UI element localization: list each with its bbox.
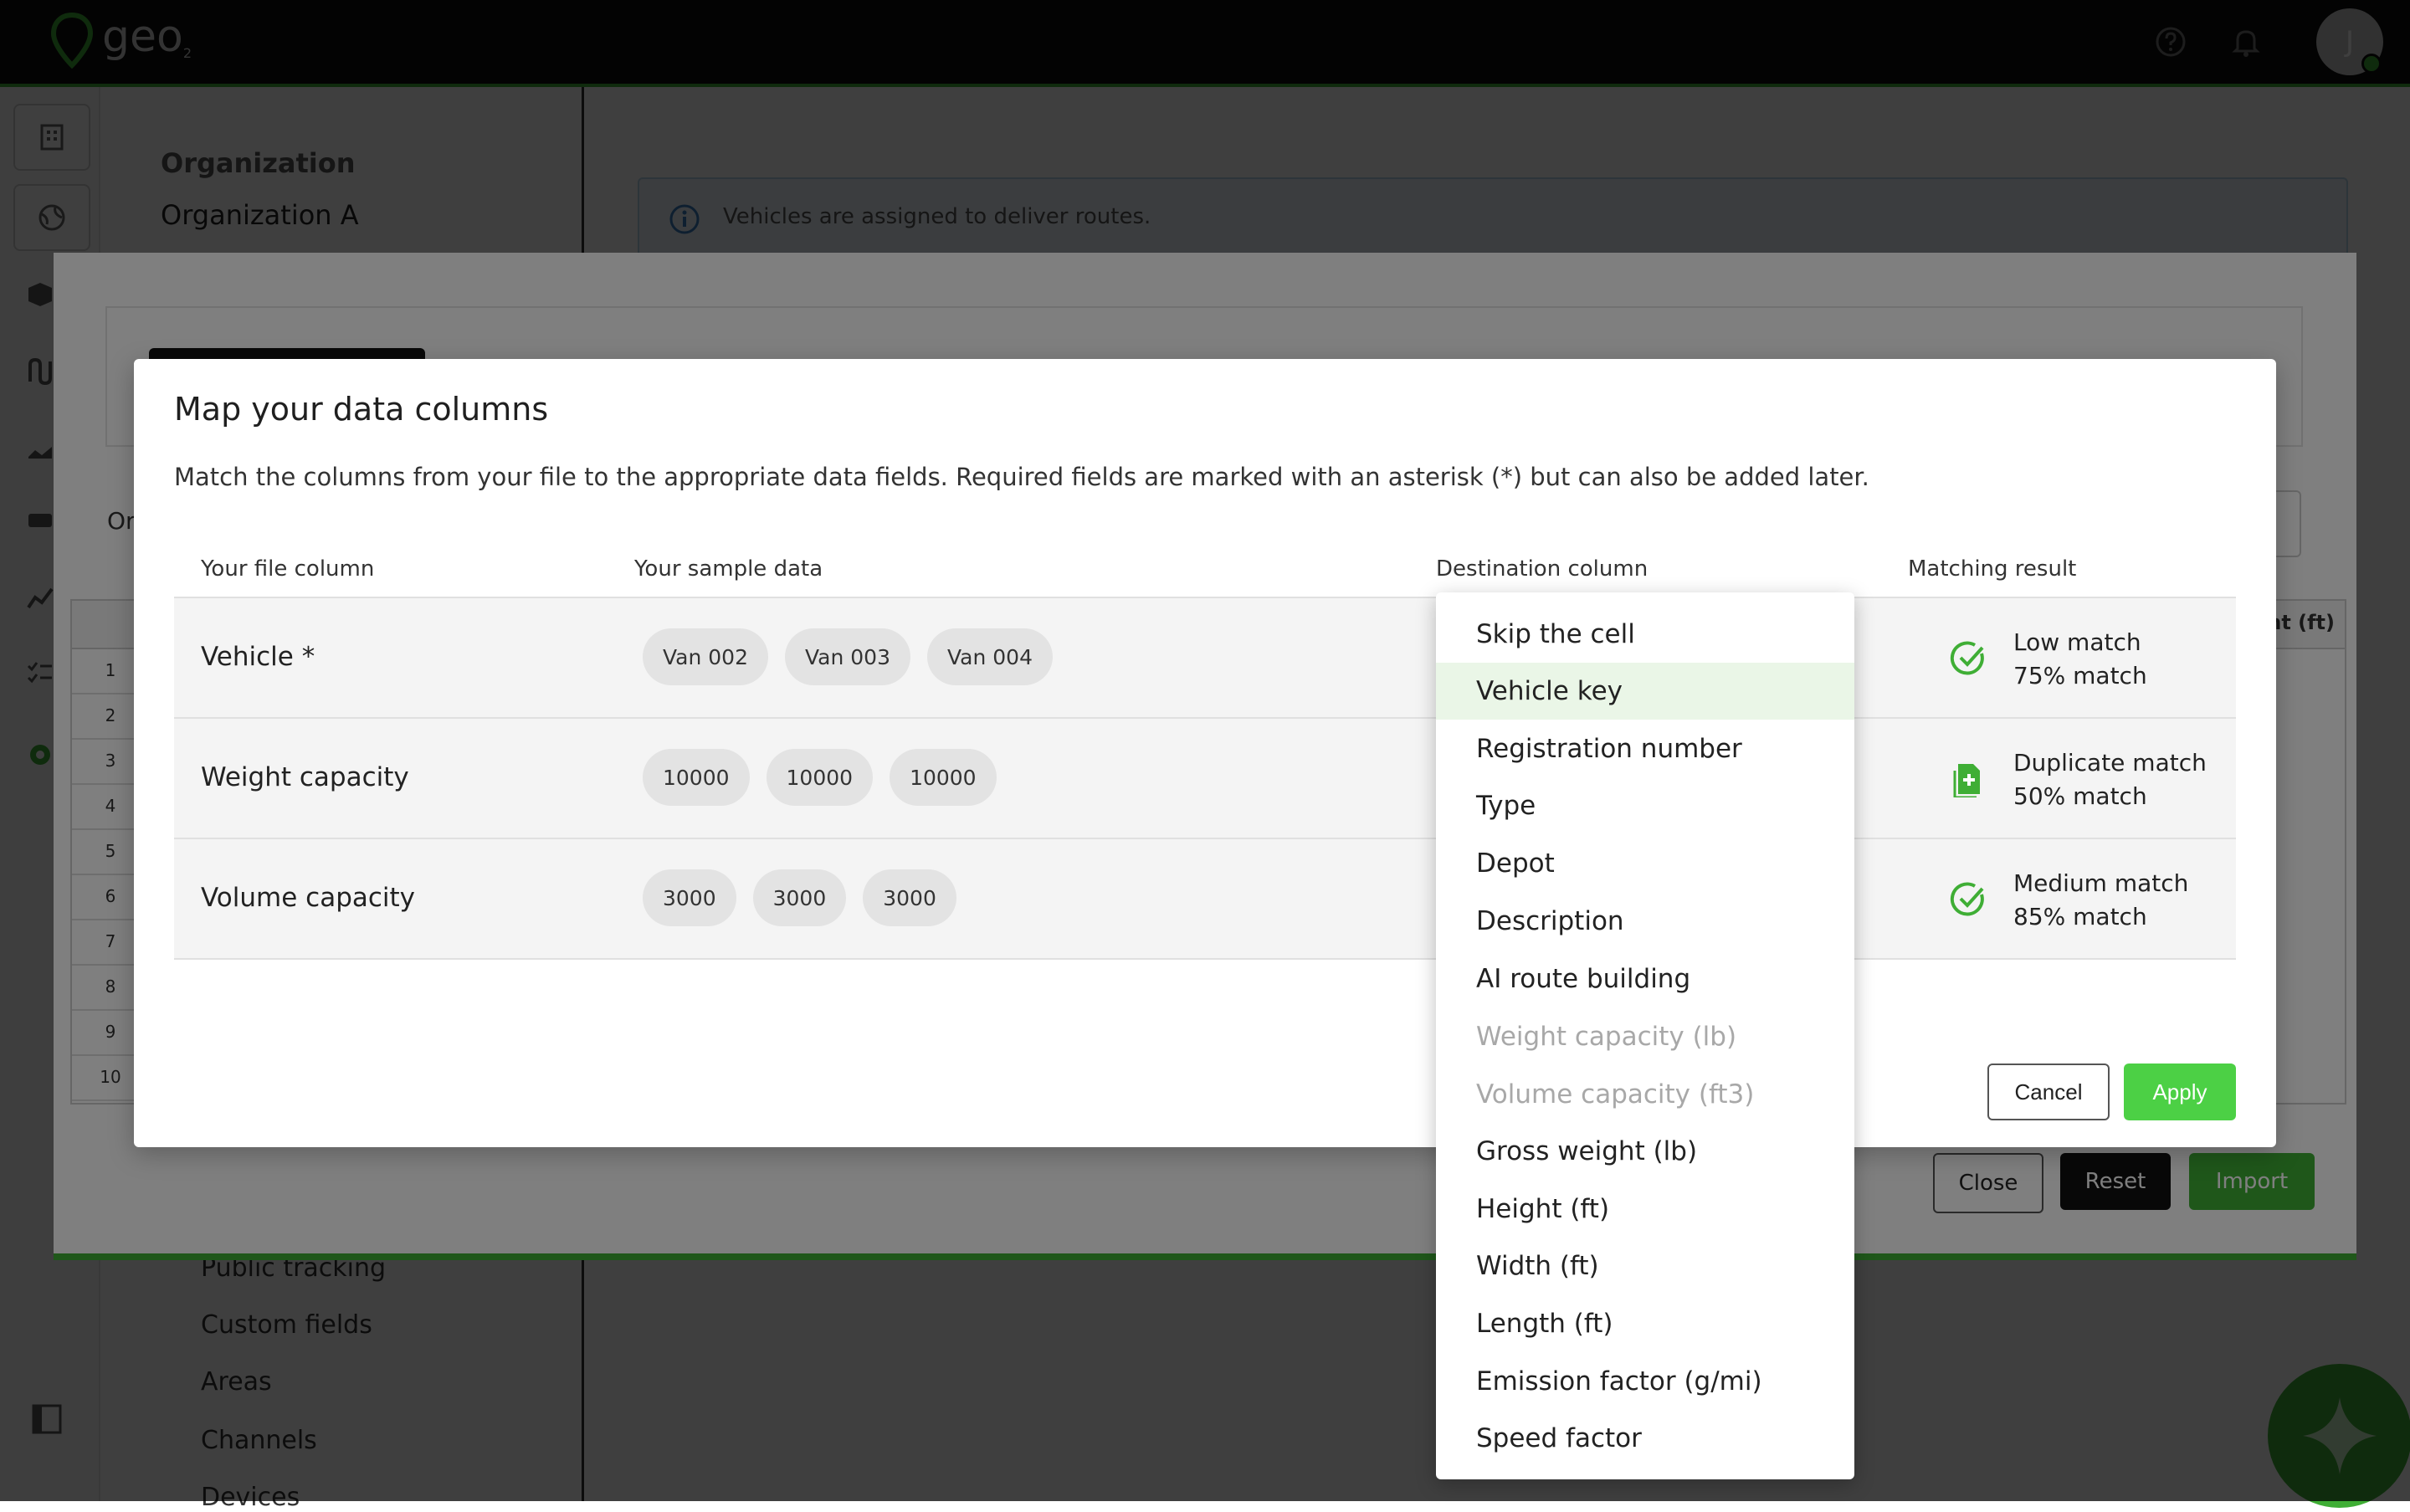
- column-header-file: Your file column: [201, 556, 375, 582]
- column-header-destination: Destination column: [1436, 556, 1649, 582]
- sample-chip: 10000: [890, 749, 997, 806]
- sample-chip: 3000: [863, 869, 956, 926]
- file-column-name: Vehicle *: [201, 642, 315, 672]
- apply-button[interactable]: Apply: [2124, 1064, 2236, 1120]
- map-columns-dialog: Map your data columns Match the columns …: [134, 359, 2276, 1147]
- option-volume-capacity: Volume capacity (ft3): [1476, 1079, 1755, 1110]
- mapping-row-volume-capacity: Volume capacity 3000 3000 3000 Medium ma…: [174, 838, 2236, 960]
- option-depot[interactable]: Depot: [1436, 835, 1854, 892]
- dialog-title: Map your data columns: [174, 391, 549, 428]
- match-label: Duplicate match: [2013, 749, 2207, 777]
- match-percentage: 75% match: [2013, 662, 2147, 689]
- option-type[interactable]: Type: [1436, 777, 1854, 834]
- check-circle-icon: [1950, 641, 1984, 675]
- option-speed-factor[interactable]: Speed factor: [1436, 1410, 1854, 1467]
- match-label: Medium match: [2013, 869, 2189, 897]
- dialog-description: Match the columns from your file to the …: [174, 463, 1869, 491]
- sample-chip: Van 004: [927, 628, 1053, 685]
- sample-chip: 10000: [766, 749, 874, 806]
- sample-data-chips: Van 002 Van 003 Van 004: [643, 628, 1053, 685]
- destination-column-dropdown: Skip the cell Vehicle key Registration n…: [1436, 592, 1854, 1479]
- match-percentage: 50% match: [2013, 782, 2147, 810]
- option-height[interactable]: Height (ft): [1436, 1181, 1854, 1238]
- option-vehicle-key[interactable]: Vehicle key: [1436, 663, 1854, 720]
- mapping-row-weight-capacity: Weight capacity 10000 10000 10000 Duplic…: [174, 717, 2236, 838]
- file-column-name: Weight capacity: [201, 762, 409, 792]
- sample-chip: Van 002: [643, 628, 768, 685]
- option-gross-weight[interactable]: Gross weight (lb): [1436, 1123, 1854, 1180]
- option-skip-the-cell[interactable]: Skip the cell: [1436, 606, 1854, 663]
- option-weight-capacity: Weight capacity (lb): [1476, 1022, 1737, 1052]
- option-emission-factor[interactable]: Emission factor (g/mi): [1436, 1353, 1854, 1410]
- sample-data-chips: 10000 10000 10000: [643, 749, 997, 806]
- mapping-row-vehicle: Vehicle * Van 002 Van 003 Van 004 Low ma…: [174, 597, 2236, 717]
- column-header-sample: Your sample data: [634, 556, 823, 582]
- option-width[interactable]: Width (ft): [1436, 1238, 1854, 1294]
- check-circle-icon: [1950, 882, 1984, 916]
- option-ai-route-building[interactable]: AI route building: [1436, 951, 1854, 1007]
- option-description[interactable]: Description: [1436, 893, 1854, 950]
- match-percentage: 85% match: [2013, 903, 2147, 930]
- sample-data-chips: 3000 3000 3000: [643, 869, 956, 926]
- cancel-button[interactable]: Cancel: [1987, 1064, 2110, 1120]
- file-column-name: Volume capacity: [201, 883, 416, 913]
- option-length[interactable]: Length (ft): [1436, 1295, 1854, 1352]
- duplicate-file-icon: [1953, 764, 1980, 797]
- sample-chip: Van 003: [785, 628, 910, 685]
- sample-chip: 3000: [752, 869, 847, 926]
- sample-chip: 10000: [643, 749, 750, 806]
- sample-chip: 3000: [643, 869, 736, 926]
- option-registration-number[interactable]: Registration number: [1436, 720, 1854, 777]
- match-label: Low match: [2013, 628, 2141, 656]
- column-header-result: Matching result: [1908, 556, 2077, 582]
